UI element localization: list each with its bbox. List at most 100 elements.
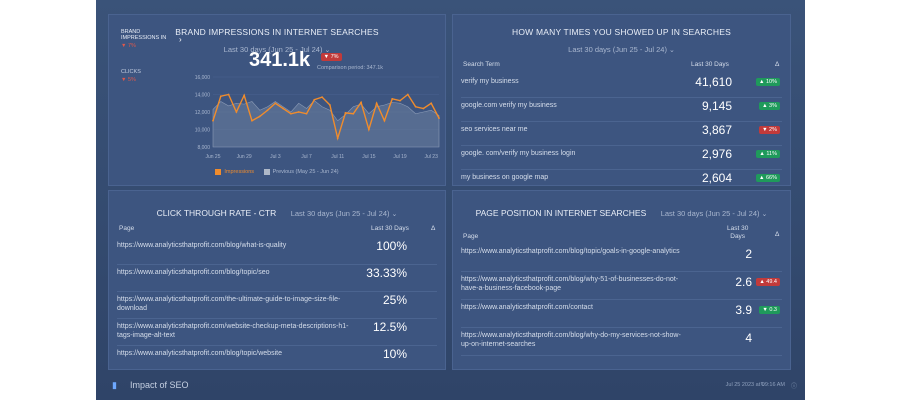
data-point[interactable]	[391, 97, 394, 100]
ctr-panel: CLICK THROUGH RATE - CTR Last 30 days (J…	[108, 190, 446, 370]
column-header-value[interactable]: Last 30 Days	[691, 61, 729, 68]
data-point[interactable]	[422, 107, 425, 110]
data-point[interactable]	[212, 119, 214, 122]
table-row[interactable]: google.com verify my business 9,145 ▲ 3%	[461, 97, 782, 122]
cell-value: 3,867	[701, 123, 732, 137]
table-row[interactable]: https://www.analyticsthatprofit.com/webs…	[117, 318, 437, 346]
cell-value: 2	[745, 247, 752, 261]
table-row[interactable]: https://www.analyticsthatprofit.com/blog…	[117, 345, 437, 369]
metric-item-impressions[interactable]: BRAND IMPRESSIONS IN ›	[121, 29, 182, 44]
data-point[interactable]	[321, 96, 324, 99]
data-point[interactable]	[290, 112, 292, 115]
y-tick-label: 8,000	[197, 145, 210, 151]
dashboard-title[interactable]: Impact of SEO	[130, 380, 189, 390]
data-point[interactable]	[344, 111, 347, 114]
metric-item-clicks[interactable]: CLICKS	[121, 69, 177, 75]
data-point[interactable]	[367, 128, 370, 131]
cell-value: 2,976	[701, 147, 732, 161]
data-point[interactable]	[438, 117, 440, 120]
data-point[interactable]	[219, 95, 222, 98]
dashboard-footer: ▮ Impact of SEO ↻ Jul 25 2023 at 09:16 A…	[96, 372, 805, 400]
legend-label: Impressions	[224, 169, 255, 176]
table-row[interactable]: https://www.analyticsthatprofit.com/blog…	[117, 264, 437, 292]
data-point[interactable]	[360, 101, 362, 104]
data-point[interactable]	[328, 104, 331, 106]
chevron-down-icon: ⌄	[761, 211, 768, 218]
data-point[interactable]	[251, 119, 253, 122]
cell-value: 10%	[382, 347, 407, 361]
cell-value: 2,604	[701, 171, 732, 185]
table-row[interactable]: https://www.analyticsthatprofit.com/blog…	[461, 243, 782, 272]
search-appearances-panel: HOW MANY TIMES YOU SHOWED UP IN SEARCHES…	[452, 14, 791, 186]
column-header-delta[interactable]: Δ	[431, 225, 435, 232]
data-point[interactable]	[274, 102, 277, 105]
cell-value: 100%	[376, 239, 407, 253]
data-point[interactable]	[235, 111, 238, 113]
data-point[interactable]	[336, 137, 339, 140]
info-icon[interactable]: ⓘ	[791, 381, 797, 390]
data-point[interactable]	[282, 107, 285, 110]
big-value: 341.1k	[249, 49, 311, 71]
column-header-page[interactable]: Page	[119, 225, 134, 232]
data-point[interactable]	[383, 119, 386, 122]
page-url: https://www.analyticsthatprofit.com/the-…	[117, 296, 341, 312]
metric-label: BRAND IMPRESSIONS IN	[121, 29, 167, 41]
legend-item-current[interactable]: Impressions	[215, 169, 254, 175]
search-term: verify my business	[461, 78, 519, 85]
column-header-page[interactable]: Page	[463, 233, 478, 240]
data-point[interactable]	[266, 109, 269, 112]
page-url: https://www.analyticsthatprofit.com/blog…	[117, 269, 270, 276]
legend-swatch	[263, 169, 270, 175]
data-point[interactable]	[313, 98, 316, 101]
series-previous-area	[212, 100, 440, 148]
panel-title: PAGE POSITION IN INTERNET SEARCHES	[475, 208, 647, 218]
date-range-label: Last 30 days (Jun 25 - Jul 24)	[290, 209, 390, 218]
panel-header: CLICK THROUGH RATE - CTR Last 30 days (J…	[109, 203, 445, 221]
cell-value: 9,145	[701, 99, 732, 113]
cell-value: 3.9	[735, 303, 752, 317]
legend-label: Previous (May 25 - Jun 24)	[272, 169, 339, 176]
brand-impressions-panel: BRAND IMPRESSIONS IN INTERNET SEARCHES L…	[108, 14, 446, 186]
table-row[interactable]: google. com/verify my business login 2,97…	[461, 145, 782, 170]
data-point[interactable]	[227, 93, 230, 96]
table-row[interactable]: seo services near me 3,867 ▼ 2%	[461, 121, 782, 146]
table-row[interactable]: verify my business 41,610 ▲ 10%	[461, 73, 782, 98]
column-header-delta[interactable]: Δ	[775, 61, 779, 68]
data-point[interactable]	[352, 112, 355, 115]
data-point[interactable]	[430, 102, 433, 105]
date-range-selector[interactable]: Last 30 days (Jun 25 - Jul 24) ⌄	[661, 203, 768, 220]
table-row[interactable]: https://www.analyticsthatprofit.com/cont…	[461, 299, 782, 328]
delta-badge: ▲ 49.4	[756, 278, 780, 286]
metric-list: BRAND IMPRESSIONS IN › ▼ 7% CLICKS ▼ 5%	[121, 29, 182, 83]
column-header-delta[interactable]: Δ	[775, 231, 779, 238]
data-point[interactable]	[375, 102, 378, 105]
data-point[interactable]	[243, 94, 246, 97]
date-range-selector[interactable]: Last 30 days (Jun 25 - Jul 24) ⌄	[291, 203, 398, 220]
data-point[interactable]	[414, 105, 417, 108]
metric-delta: ▼ 5%	[121, 77, 136, 83]
delta-badge: ▲ 3%	[759, 102, 780, 110]
chevron-down-icon: ⌄	[668, 47, 675, 54]
column-header-value[interactable]: Last 30 Days	[727, 225, 748, 241]
page-url: https://www.analyticsthatprofit.com/cont…	[461, 304, 593, 311]
data-point[interactable]	[258, 115, 261, 118]
data-point[interactable]	[305, 112, 308, 115]
data-point[interactable]	[399, 99, 401, 102]
date-range-selector[interactable]: Last 30 days (Jun 25 - Jul 24) ⌄	[453, 39, 790, 57]
table-row[interactable]: my business on google map 2,604 ▲ 66%	[461, 169, 782, 185]
data-point[interactable]	[406, 93, 409, 96]
page-position-panel: PAGE POSITION IN INTERNET SEARCHES Last …	[452, 190, 791, 370]
table-row[interactable]: https://www.analyticsthatprofit.com/blog…	[117, 237, 437, 265]
column-header-value[interactable]: Last 30 Days	[371, 225, 409, 232]
table-row[interactable]: https://www.analyticsthatprofit.com/blog…	[461, 327, 782, 356]
legend-item-previous[interactable]: Previous (May 25 - Jun 24)	[263, 169, 339, 176]
y-tick-label: 14,000	[195, 93, 211, 99]
table-row[interactable]: https://www.analyticsthatprofit.com/the-…	[117, 291, 437, 319]
panel-header: PAGE POSITION IN INTERNET SEARCHES Last …	[453, 203, 790, 221]
column-header-term[interactable]: Search Term	[463, 61, 500, 68]
table-row[interactable]: https://www.analyticsthatprofit.com/blog…	[461, 271, 782, 300]
x-tick-label: Jul 11	[331, 154, 344, 160]
data-point[interactable]	[297, 111, 300, 113]
delta-badge: ▼ 0.3	[759, 306, 780, 314]
delta-badge: ▼ 2%	[759, 126, 780, 134]
